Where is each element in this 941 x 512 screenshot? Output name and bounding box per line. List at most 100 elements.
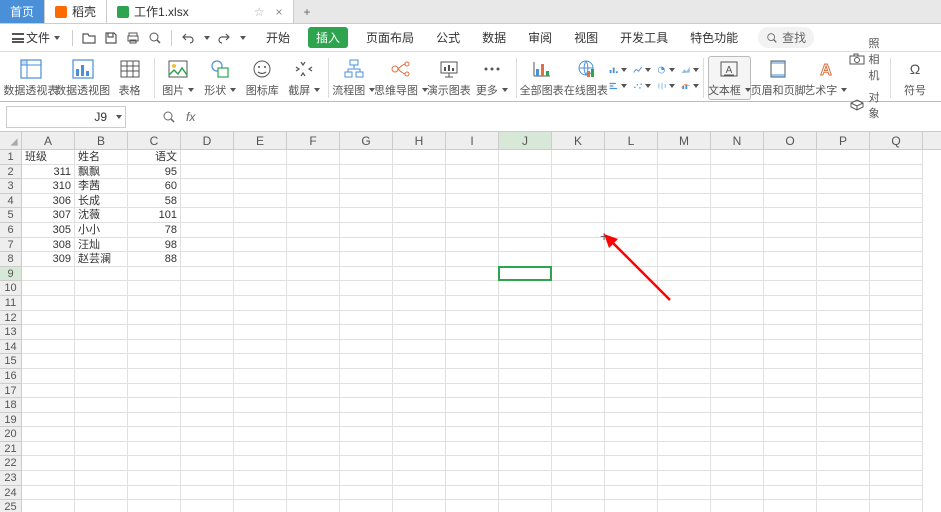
cell[interactable] bbox=[817, 267, 870, 282]
cell[interactable]: 101 bbox=[128, 208, 181, 223]
cell[interactable] bbox=[234, 281, 287, 296]
col-header-K[interactable]: K bbox=[552, 132, 605, 149]
cell[interactable] bbox=[552, 427, 605, 442]
cell[interactable]: 98 bbox=[128, 238, 181, 253]
cell[interactable] bbox=[234, 413, 287, 428]
cell[interactable] bbox=[605, 456, 658, 471]
mindmap-button[interactable]: 思维导图 bbox=[376, 58, 425, 98]
cell[interactable] bbox=[234, 398, 287, 413]
cell[interactable] bbox=[605, 296, 658, 311]
ribbon-tab-2[interactable]: 页面布局 bbox=[362, 27, 418, 48]
cell[interactable] bbox=[605, 384, 658, 399]
cell[interactable] bbox=[764, 413, 817, 428]
row-header-20[interactable]: 20 bbox=[0, 427, 21, 442]
cell[interactable] bbox=[817, 354, 870, 369]
cell[interactable] bbox=[287, 238, 340, 253]
cell[interactable] bbox=[499, 442, 552, 457]
cell[interactable] bbox=[340, 500, 393, 512]
cell[interactable] bbox=[764, 456, 817, 471]
cell[interactable] bbox=[340, 311, 393, 326]
cell[interactable] bbox=[605, 369, 658, 384]
cell[interactable] bbox=[181, 471, 234, 486]
cell[interactable] bbox=[181, 369, 234, 384]
cell[interactable] bbox=[234, 500, 287, 512]
cell[interactable] bbox=[181, 427, 234, 442]
cell[interactable] bbox=[128, 369, 181, 384]
cell[interactable] bbox=[605, 325, 658, 340]
cell[interactable] bbox=[446, 165, 499, 180]
cell[interactable] bbox=[128, 471, 181, 486]
cell[interactable] bbox=[817, 398, 870, 413]
ribbon-tab-4[interactable]: 数据 bbox=[478, 27, 510, 48]
cell[interactable] bbox=[393, 486, 446, 501]
cell[interactable] bbox=[234, 427, 287, 442]
cell[interactable] bbox=[817, 165, 870, 180]
cell[interactable] bbox=[181, 296, 234, 311]
cell[interactable] bbox=[764, 165, 817, 180]
cell[interactable]: 班级 bbox=[22, 150, 75, 165]
cell[interactable] bbox=[499, 311, 552, 326]
cell[interactable] bbox=[870, 150, 923, 165]
cell[interactable] bbox=[446, 369, 499, 384]
cell[interactable] bbox=[552, 223, 605, 238]
cell[interactable] bbox=[552, 252, 605, 267]
cell[interactable] bbox=[552, 442, 605, 457]
cell[interactable] bbox=[499, 340, 552, 355]
cell[interactable] bbox=[340, 427, 393, 442]
cell[interactable]: 姓名 bbox=[75, 150, 128, 165]
cell[interactable] bbox=[764, 223, 817, 238]
row-header-16[interactable]: 16 bbox=[0, 369, 21, 384]
row-header-25[interactable]: 25 bbox=[0, 500, 21, 512]
cell[interactable] bbox=[764, 398, 817, 413]
cell[interactable] bbox=[287, 165, 340, 180]
cell[interactable] bbox=[605, 442, 658, 457]
cell[interactable] bbox=[711, 281, 764, 296]
cell[interactable] bbox=[711, 427, 764, 442]
cell[interactable] bbox=[605, 486, 658, 501]
cell[interactable] bbox=[605, 311, 658, 326]
row-header-15[interactable]: 15 bbox=[0, 354, 21, 369]
cell[interactable] bbox=[446, 398, 499, 413]
cell[interactable] bbox=[128, 442, 181, 457]
cell[interactable] bbox=[287, 194, 340, 209]
line-chart-icon[interactable] bbox=[633, 63, 651, 77]
cell[interactable] bbox=[393, 238, 446, 253]
cell[interactable] bbox=[711, 398, 764, 413]
print-icon[interactable] bbox=[125, 30, 141, 46]
tab-pin-icon[interactable]: ☆ bbox=[254, 5, 265, 19]
cell[interactable] bbox=[605, 223, 658, 238]
cell[interactable] bbox=[605, 354, 658, 369]
cell[interactable] bbox=[817, 369, 870, 384]
cell[interactable]: 沈薇 bbox=[75, 208, 128, 223]
cell[interactable] bbox=[605, 150, 658, 165]
cell[interactable] bbox=[711, 223, 764, 238]
cell[interactable] bbox=[75, 369, 128, 384]
chevron-down-icon[interactable] bbox=[240, 36, 246, 40]
cell[interactable] bbox=[870, 179, 923, 194]
cell[interactable]: 60 bbox=[128, 179, 181, 194]
cell[interactable] bbox=[287, 340, 340, 355]
cell[interactable] bbox=[552, 398, 605, 413]
cell[interactable] bbox=[446, 340, 499, 355]
cell[interactable] bbox=[552, 340, 605, 355]
cell[interactable] bbox=[605, 281, 658, 296]
cell[interactable] bbox=[711, 413, 764, 428]
cell[interactable] bbox=[340, 354, 393, 369]
cell[interactable] bbox=[446, 194, 499, 209]
row-header-9[interactable]: 9 bbox=[0, 267, 21, 282]
cell[interactable] bbox=[711, 340, 764, 355]
col-header-O[interactable]: O bbox=[764, 132, 817, 149]
cell[interactable] bbox=[764, 296, 817, 311]
cell[interactable] bbox=[499, 238, 552, 253]
row-header-2[interactable]: 2 bbox=[0, 165, 21, 180]
cell[interactable] bbox=[393, 296, 446, 311]
cell[interactable] bbox=[817, 486, 870, 501]
tab-close-icon[interactable]: × bbox=[275, 5, 282, 19]
cell[interactable] bbox=[870, 442, 923, 457]
cell[interactable] bbox=[128, 325, 181, 340]
cell[interactable] bbox=[181, 252, 234, 267]
cell[interactable] bbox=[552, 500, 605, 512]
cell[interactable] bbox=[340, 384, 393, 399]
cell[interactable] bbox=[340, 325, 393, 340]
cell[interactable] bbox=[711, 165, 764, 180]
